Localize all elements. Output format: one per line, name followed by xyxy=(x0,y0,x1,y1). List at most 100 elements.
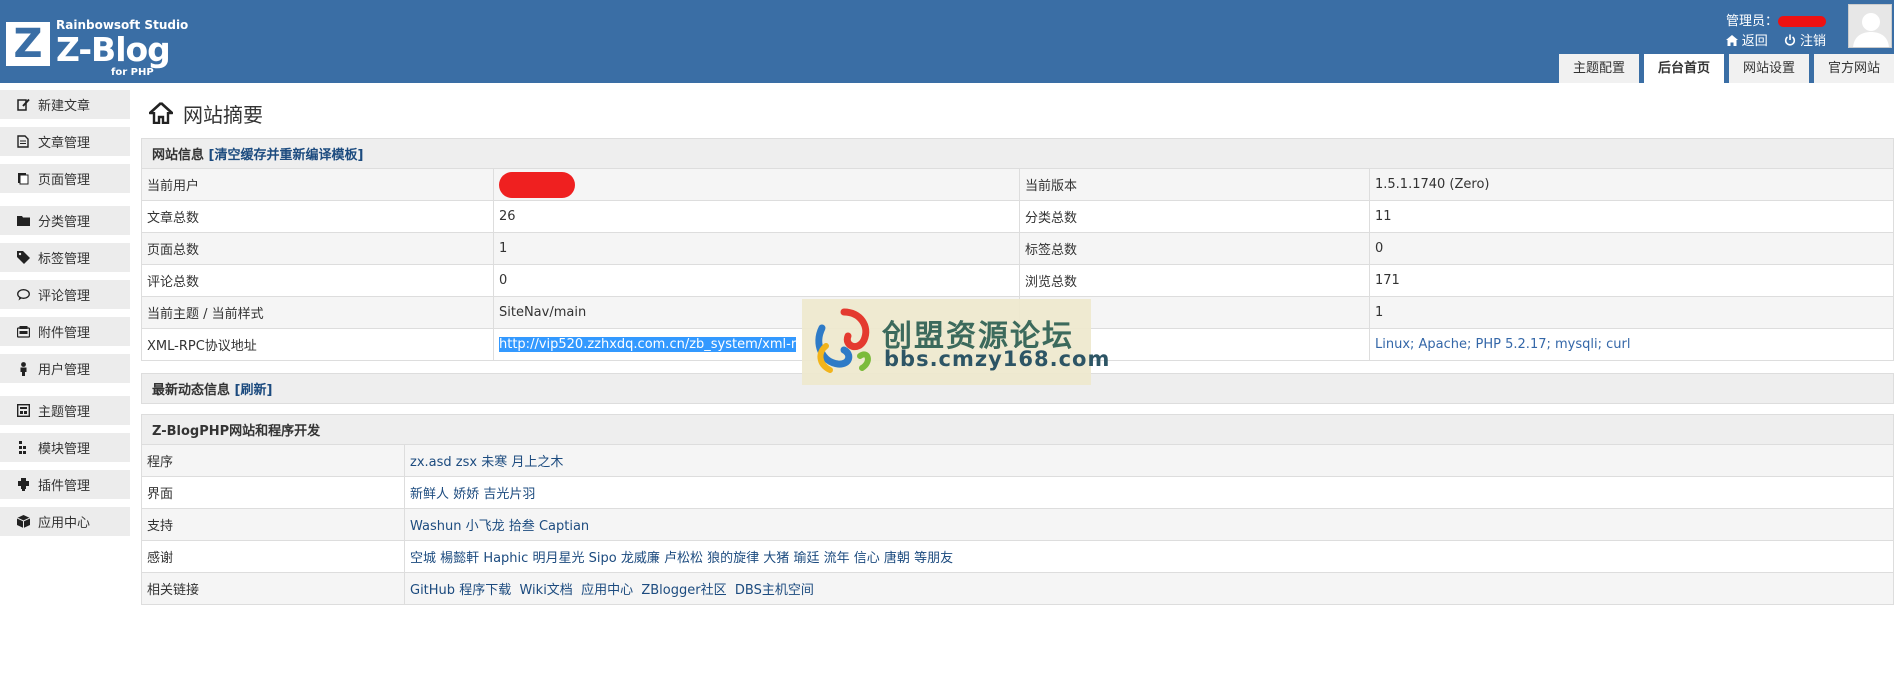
sidebar-item-themes[interactable]: 主题管理 xyxy=(0,396,130,425)
credit-link[interactable]: 龙威廉 xyxy=(621,551,660,566)
sidebar-item-pages[interactable]: 页面管理 xyxy=(0,164,130,193)
z-logo-icon: Z xyxy=(6,22,50,66)
sidebar-item-label: 插件管理 xyxy=(38,479,91,494)
community-link[interactable]: ZBlogger社区 xyxy=(641,583,726,598)
app-center-link[interactable]: 应用中心 xyxy=(581,583,633,598)
table-row: 程序 zx.asd zsx 未寒 月上之木 xyxy=(141,444,1894,477)
credit-link[interactable]: 明月星光 xyxy=(532,551,584,566)
logout-label: 注销 xyxy=(1799,34,1826,49)
table-row: 评论总数 0 浏览总数 171 xyxy=(141,264,1894,297)
label-tag-total: 标签总数 xyxy=(1019,232,1370,265)
credit-link[interactable]: 信心 xyxy=(854,551,880,566)
credit-link[interactable]: Captian xyxy=(539,519,589,534)
user-silhouette-icon xyxy=(1853,13,1889,47)
redacted-username xyxy=(1778,16,1826,27)
dev-links-support: Washun 小飞龙 拾叁 Captian xyxy=(404,508,1894,541)
article-icon xyxy=(17,135,29,148)
sidebar-item-label: 模块管理 xyxy=(38,442,91,457)
table-row: 文章总数 26 分类总数 11 xyxy=(141,200,1894,233)
value-current-user xyxy=(493,168,1020,201)
credit-link[interactable]: 空城 xyxy=(410,551,436,566)
label-comment-total: 评论总数 xyxy=(141,264,494,297)
sidebar-item-label: 应用中心 xyxy=(38,516,91,531)
top-menu: 主题配置 后台首页 网站设置 官方网站 xyxy=(1554,54,1894,83)
credit-link[interactable]: Washun xyxy=(410,519,461,534)
credit-link[interactable]: 大猪 xyxy=(763,551,789,566)
credit-link[interactable]: zx.asd xyxy=(410,455,452,470)
sidebar-item-plugins[interactable]: 插件管理 xyxy=(0,470,130,499)
credit-link[interactable]: zsx xyxy=(456,455,477,470)
sidebar-item-new-article[interactable]: 新建文章 xyxy=(0,90,130,119)
tab-site-settings[interactable]: 网站设置 xyxy=(1728,54,1809,83)
theme-icon xyxy=(16,404,30,417)
label-current-theme: 当前主题 / 当前样式 xyxy=(141,296,494,329)
credit-link[interactable]: 流年 xyxy=(824,551,850,566)
watermark-logo-icon xyxy=(815,308,871,373)
sidebar-item-articles[interactable]: 文章管理 xyxy=(0,127,130,156)
credit-link[interactable]: 未寒 xyxy=(481,455,507,470)
sidebar-item-comments[interactable]: 评论管理 xyxy=(0,280,130,309)
edit-icon xyxy=(16,98,30,111)
value-tag-total: 0 xyxy=(1369,232,1894,265)
download-link[interactable]: 程序下载 xyxy=(459,583,511,598)
credit-link[interactable]: 瑜廷 xyxy=(793,551,819,566)
sidebar-item-label: 分类管理 xyxy=(38,215,91,230)
credit-link[interactable]: 拾叁 xyxy=(509,519,535,534)
tab-official-site[interactable]: 官方网站 xyxy=(1813,54,1894,83)
admin-box: 管理员： 返回 注销 xyxy=(1714,10,1826,49)
value-comment-total: 0 xyxy=(493,264,1020,297)
table-row: 支持 Washun 小飞龙 拾叁 Captian xyxy=(141,508,1894,541)
sidebar-item-categories[interactable]: 分类管理 xyxy=(0,206,130,235)
value-page-total: 1 xyxy=(493,232,1020,265)
back-link[interactable]: 返回 xyxy=(1725,34,1772,49)
dev-links-ui: 新鲜人 娇娇 吉光片羽 xyxy=(404,476,1894,509)
attachment-icon xyxy=(16,325,30,338)
dev-label-ui: 界面 xyxy=(141,476,405,509)
sidebar-item-modules[interactable]: 模块管理 xyxy=(0,433,130,462)
logo-for-php-text: for PHP xyxy=(111,67,154,78)
credit-link[interactable]: 月上之木 xyxy=(511,455,563,470)
dev-credits-table: Z-BlogPHP网站和程序开发 程序 zx.asd zsx 未寒 月上之木 界… xyxy=(141,414,1894,605)
site-info-heading-cell: 网站信息 [清空缓存并重新编译模板] xyxy=(141,138,1894,169)
news-heading: 最新动态信息 xyxy=(152,383,231,398)
hosting-link[interactable]: DBS主机空间 xyxy=(735,583,814,598)
xmlrpc-url[interactable]: http://vip520.zzhxdq.com.cn/zb_system/xm… xyxy=(499,337,797,352)
credit-link[interactable]: Haphic xyxy=(483,551,528,566)
credit-link[interactable]: 唐朝 xyxy=(884,551,910,566)
comment-icon xyxy=(16,288,30,300)
refresh-link[interactable]: [刷新] xyxy=(235,383,273,398)
credit-link[interactable]: Sipo xyxy=(589,551,617,566)
credit-link[interactable]: 娇娇 xyxy=(453,487,479,502)
tab-theme-config[interactable]: 主题配置 xyxy=(1558,54,1639,83)
credit-link[interactable]: 等朋友 xyxy=(914,551,953,566)
sidebar-item-label: 新建文章 xyxy=(38,99,91,114)
credit-link[interactable]: 新鲜人 xyxy=(410,487,449,502)
sidebar-item-attachments[interactable]: 附件管理 xyxy=(0,317,130,346)
table-row: 界面 新鲜人 娇娇 吉光片羽 xyxy=(141,476,1894,509)
dev-label-links: 相关链接 xyxy=(141,572,405,605)
environment-text: Linux; Apache; PHP 5.2.17; mysqli; curl xyxy=(1375,337,1631,352)
table-row: 当前用户 当前版本 1.5.1.1740 (Zero) xyxy=(141,168,1894,201)
sidebar-item-app-center[interactable]: 应用中心 xyxy=(0,507,130,536)
dev-links-program: zx.asd zsx 未寒 月上之木 xyxy=(404,444,1894,477)
zblog-logo[interactable]: Z Rainbowsoft Studio Z-Blog for PHP xyxy=(6,18,188,80)
tab-dashboard[interactable]: 后台首页 xyxy=(1643,54,1724,83)
sidebar-item-users[interactable]: 用户管理 xyxy=(0,354,130,383)
avatar[interactable] xyxy=(1848,4,1892,48)
github-link[interactable]: GitHub xyxy=(410,583,455,598)
sidebar-item-label: 评论管理 xyxy=(38,289,91,304)
credit-link[interactable]: 卢松松 xyxy=(664,551,703,566)
home-icon xyxy=(1725,35,1738,46)
wiki-link[interactable]: Wiki文档 xyxy=(519,583,572,598)
sidebar-item-tags[interactable]: 标签管理 xyxy=(0,243,130,272)
label-category-total: 分类总数 xyxy=(1019,200,1370,233)
dev-label-program: 程序 xyxy=(141,444,405,477)
logout-link[interactable]: 注销 xyxy=(1784,34,1826,49)
credit-link[interactable]: 狼的旋律 xyxy=(707,551,759,566)
power-icon xyxy=(1784,34,1795,46)
module-icon xyxy=(19,440,26,454)
credit-link[interactable]: 楊懿軒 xyxy=(440,551,479,566)
credit-link[interactable]: 小飞龙 xyxy=(466,519,505,534)
clear-cache-link[interactable]: [清空缓存并重新编译模板] xyxy=(209,148,364,163)
credit-link[interactable]: 吉光片羽 xyxy=(483,487,535,502)
